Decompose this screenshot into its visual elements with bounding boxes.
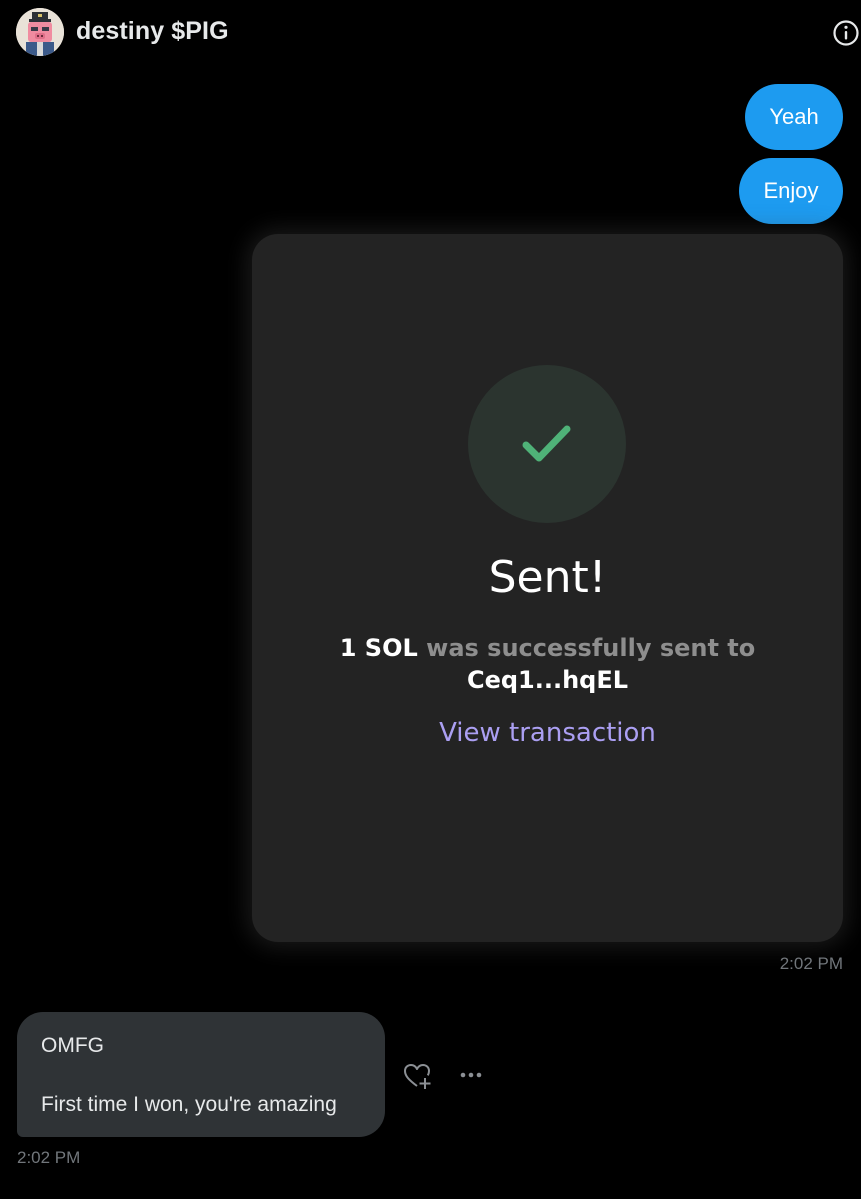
checkmark-icon <box>522 425 571 462</box>
transaction-message-text: was successfully sent to <box>417 634 756 662</box>
message-timestamp: 2:02 PM <box>17 1148 81 1167</box>
incoming-message-line: OMFG <box>41 1034 104 1057</box>
view-transaction-link[interactable]: View transaction <box>252 718 843 748</box>
transaction-title: Sent! <box>488 552 607 603</box>
conversation-title[interactable]: destiny $PIG <box>76 17 229 46</box>
transaction-amount: 1 SOL <box>339 634 418 662</box>
status-circle <box>468 365 626 523</box>
pig-avatar-icon <box>16 8 64 56</box>
transaction-message: 1 SOL was successfully sent to <box>252 634 843 662</box>
incoming-message[interactable]: OMFG First time I won, you're amazing <box>17 1012 385 1137</box>
message-timestamp: 2:02 PM <box>779 954 843 973</box>
outgoing-message[interactable]: Yeah <box>745 84 843 150</box>
pig-avatar[interactable] <box>16 8 64 56</box>
transaction-card[interactable]: Sent! 1 SOL was successfully sent to Ceq… <box>252 234 843 942</box>
info-icon[interactable] <box>832 19 860 47</box>
outgoing-message[interactable]: Enjoy <box>739 158 843 224</box>
incoming-message-line: First time I won, you're amazing <box>41 1093 337 1116</box>
conversation-header: destiny $PIG <box>0 0 861 64</box>
more-dots-icon[interactable] <box>457 1064 487 1086</box>
transaction-recipient: Ceq1...hqEL <box>466 666 629 694</box>
heart-plus-icon[interactable] <box>403 1062 433 1090</box>
